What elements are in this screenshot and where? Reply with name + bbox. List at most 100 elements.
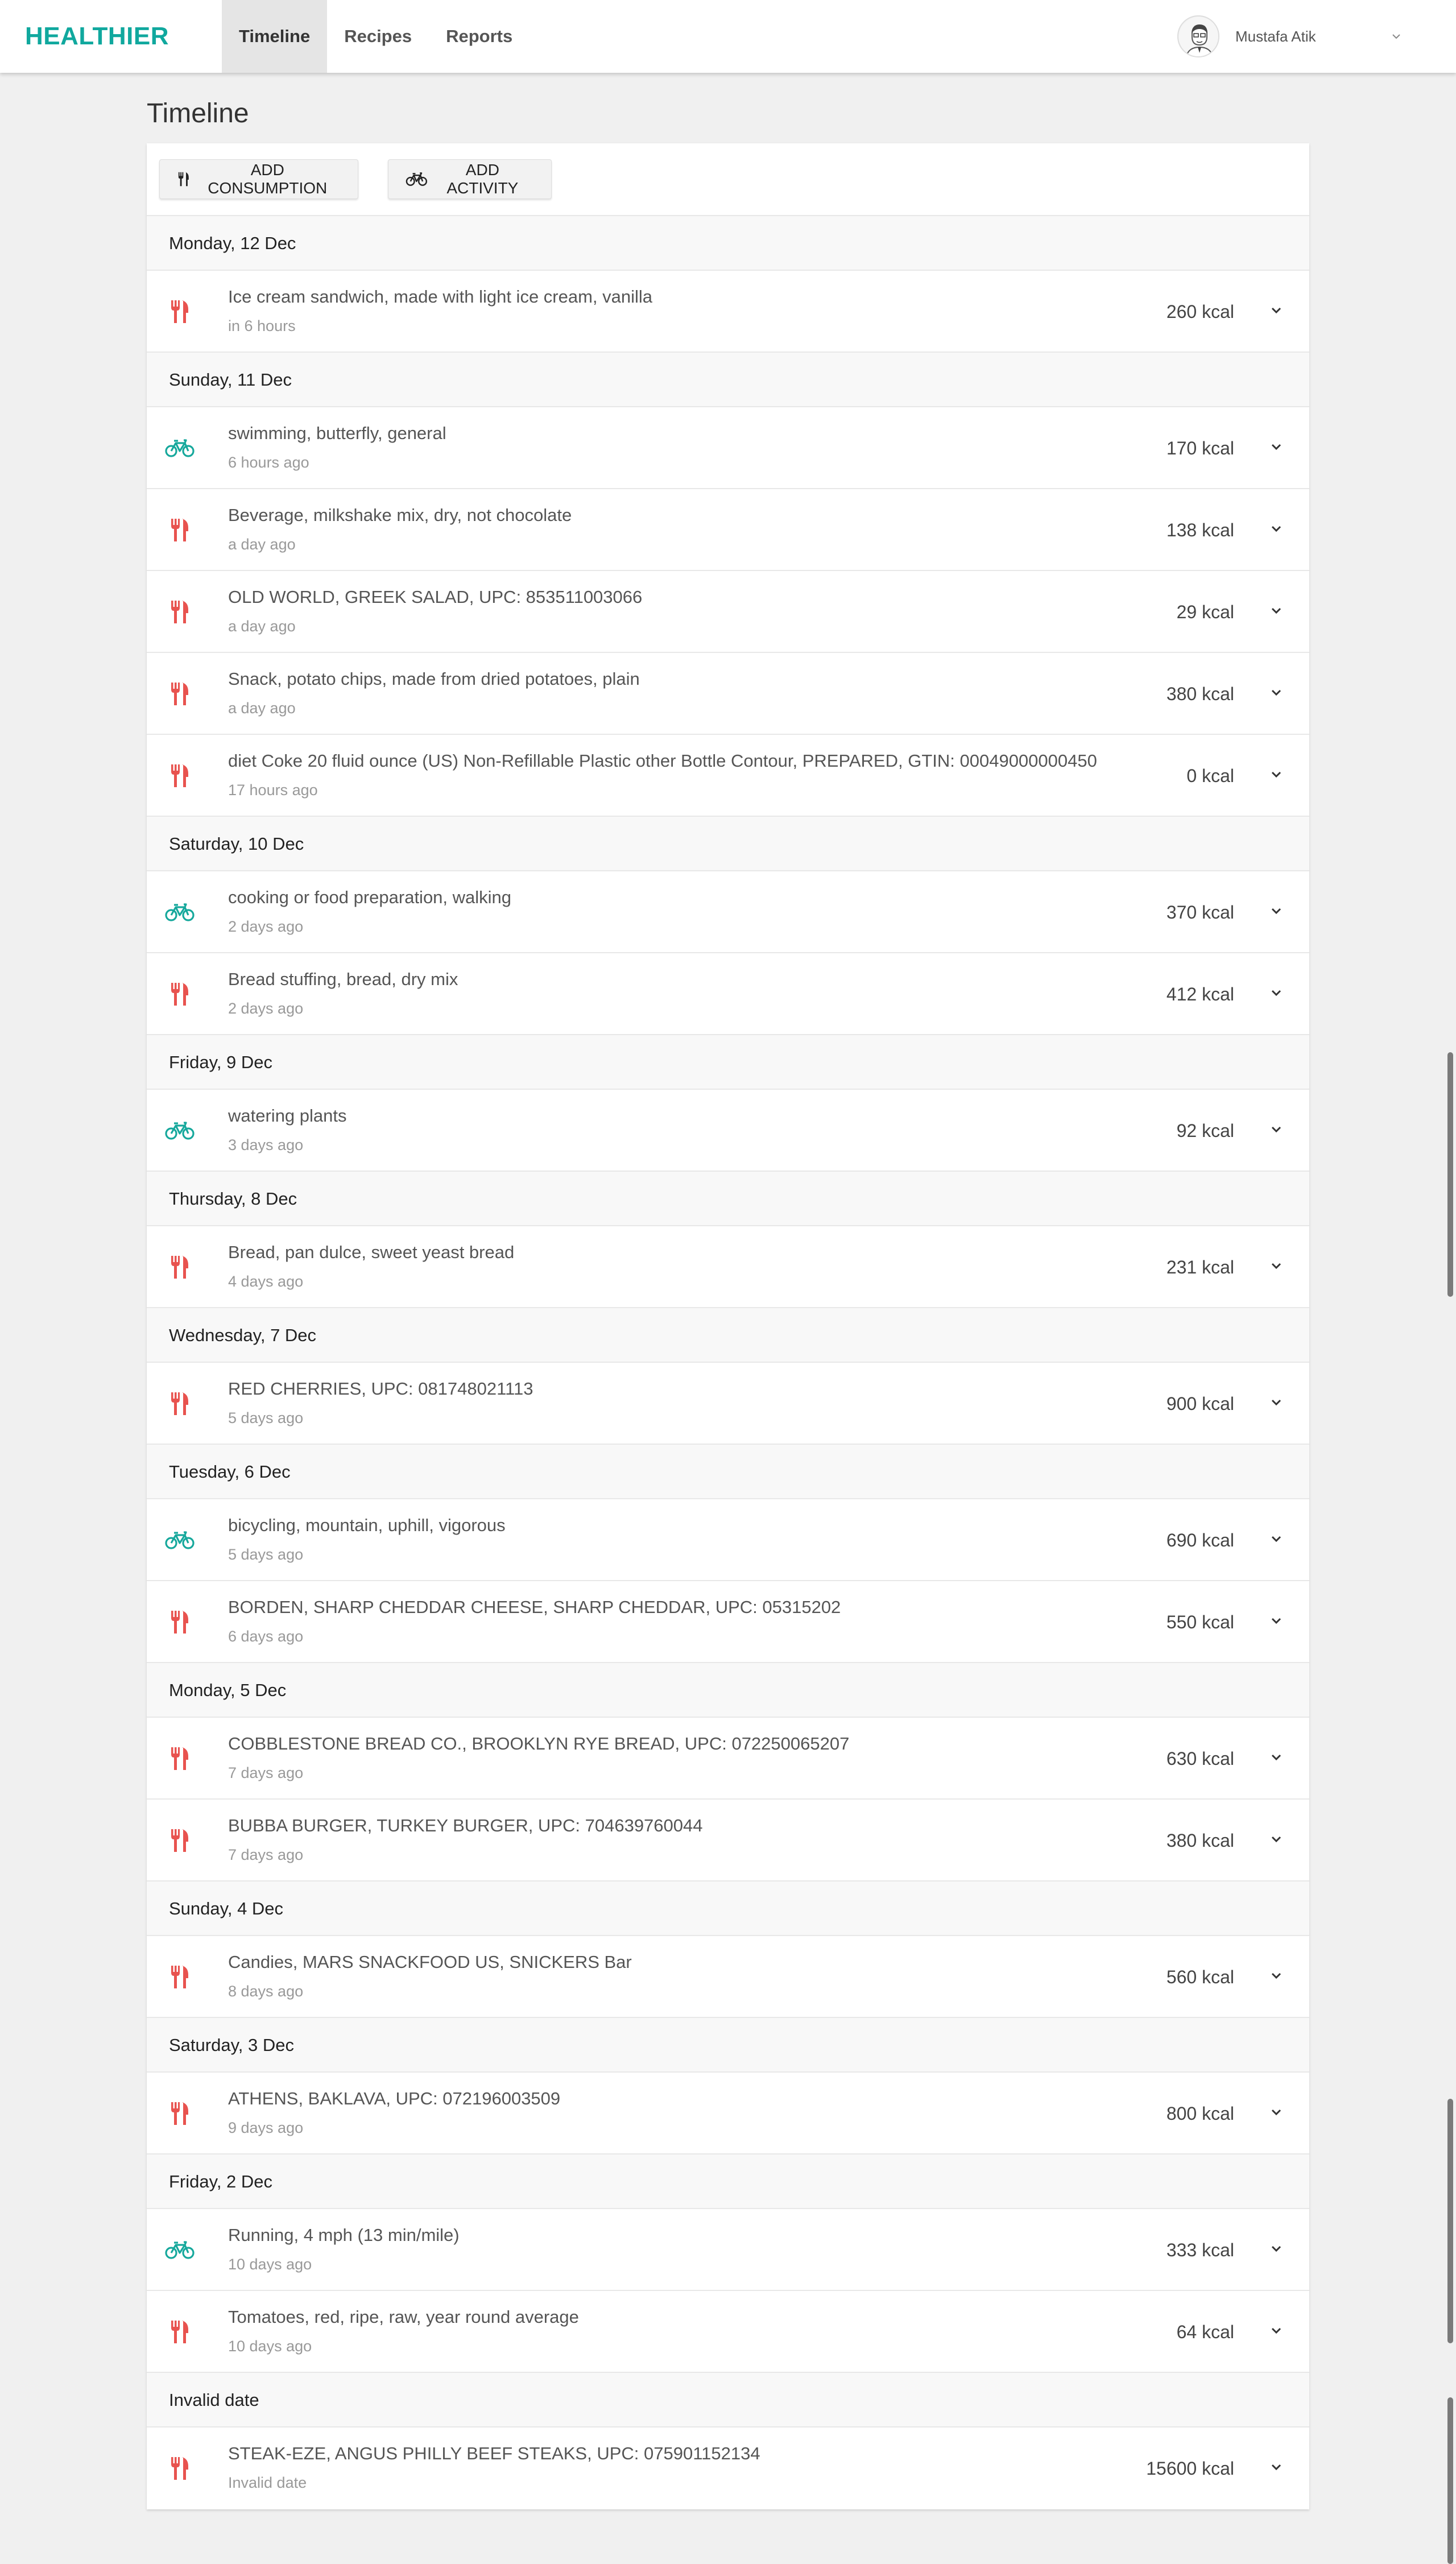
- fork-knife-icon: [164, 2316, 196, 2348]
- timeline-entry[interactable]: STEAK-EZE, ANGUS PHILLY BEEF STEAKS, UPC…: [147, 2426, 1309, 2508]
- timeline-entry[interactable]: diet Coke 20 fluid ounce (US) Non-Refill…: [147, 734, 1309, 816]
- entry-name: OLD WORLD, GREEK SALAD, UPC: 85351100306…: [228, 587, 643, 607]
- add-activity-label: ADD ACTIVITY: [446, 161, 519, 197]
- fork-knife-icon: [164, 596, 196, 628]
- entry-name: Beverage, milkshake mix, dry, not chocol…: [228, 505, 572, 525]
- chevron-down-icon[interactable]: [1267, 520, 1285, 538]
- fork-knife-icon: [164, 514, 196, 546]
- chevron-down-icon[interactable]: [1267, 766, 1285, 784]
- add-consumption-label: ADD CONSUMPTION: [208, 161, 328, 197]
- fork-knife-icon: [164, 1961, 196, 1993]
- date-group-header: Friday, 9 Dec: [147, 1034, 1309, 1089]
- timeline-entry[interactable]: cooking or food preparation, walking 2 da…: [147, 870, 1309, 952]
- chevron-down-icon[interactable]: [1267, 1120, 1285, 1139]
- entry-kcal: 29 kcal: [1176, 602, 1234, 622]
- chevron-down-icon[interactable]: [1267, 2103, 1285, 2121]
- entry-kcal: 231 kcal: [1166, 1257, 1234, 1277]
- date-group-header: Tuesday, 6 Dec: [147, 1444, 1309, 1498]
- entry-kcal: 690 kcal: [1166, 1530, 1234, 1550]
- fork-knife-icon: [164, 2098, 196, 2129]
- date-group-header: Monday, 12 Dec: [147, 215, 1309, 270]
- entry-name: Bread, pan dulce, sweet yeast bread: [228, 1242, 515, 1262]
- entry-name: BUBBA BURGER, TURKEY BURGER, UPC: 704639…: [228, 1816, 703, 1835]
- entry-time: 6 days ago: [228, 1628, 304, 1645]
- timeline-entry[interactable]: RED CHERRIES, UPC: 081748021113 5 days ag…: [147, 1362, 1309, 1444]
- timeline-entry[interactable]: bicycling, mountain, uphill, vigorous 5 d…: [147, 1498, 1309, 1580]
- entry-time: Invalid date: [228, 2474, 307, 2491]
- timeline-entry[interactable]: Beverage, milkshake mix, dry, not chocol…: [147, 488, 1309, 570]
- timeline-entry[interactable]: swimming, butterfly, general 6 hours ago 1…: [147, 406, 1309, 488]
- timeline-entry[interactable]: Bread, pan dulce, sweet yeast bread 4 day…: [147, 1225, 1309, 1307]
- entry-name: STEAK-EZE, ANGUS PHILLY BEEF STEAKS, UPC…: [228, 2443, 760, 2463]
- timeline-entry[interactable]: ATHENS, BAKLAVA, UPC: 072196003509 9 days…: [147, 2071, 1309, 2153]
- entry-time: 2 days ago: [228, 918, 304, 935]
- chevron-down-icon[interactable]: [1267, 1530, 1285, 1548]
- bicycle-icon: [164, 432, 196, 464]
- chevron-down-icon[interactable]: [1267, 684, 1285, 702]
- chevron-down-icon[interactable]: [1267, 1612, 1285, 1630]
- entry-time: 3 days ago: [228, 1136, 304, 1153]
- timeline-entry[interactable]: COBBLESTONE BREAD CO., BROOKLYN RYE BREA…: [147, 1717, 1309, 1798]
- entry-kcal: 260 kcal: [1166, 301, 1234, 322]
- scrollbar-thumb[interactable]: [1447, 1052, 1453, 1297]
- entry-time: 7 days ago: [228, 1846, 304, 1863]
- timeline-entry[interactable]: BUBBA BURGER, TURKEY BURGER, UPC: 704639…: [147, 1798, 1309, 1880]
- entry-time: 4 days ago: [228, 1273, 304, 1290]
- scrollbar-thumb[interactable]: [1447, 2397, 1453, 2564]
- nav-tab-recipes[interactable]: Recipes: [327, 0, 429, 73]
- chevron-down-icon[interactable]: [1267, 301, 1285, 320]
- user-name[interactable]: Mustafa Atik: [1235, 28, 1388, 46]
- nav-tab-timeline[interactable]: Timeline: [222, 0, 328, 73]
- user-avatar-icon[interactable]: [1177, 15, 1219, 57]
- chevron-down-icon[interactable]: [1267, 984, 1285, 1002]
- entry-time: 7 days ago: [228, 1764, 304, 1781]
- entry-time: 8 days ago: [228, 1983, 304, 2000]
- chevron-down-icon[interactable]: [1267, 2240, 1285, 2258]
- timeline-entry[interactable]: OLD WORLD, GREEK SALAD, UPC: 85351100306…: [147, 570, 1309, 652]
- timeline-entry[interactable]: Ice cream sandwich, made with light ice …: [147, 270, 1309, 351]
- timeline-entry[interactable]: Bread stuffing, bread, dry mix 2 days ago…: [147, 952, 1309, 1034]
- bicycle-icon: [406, 172, 427, 186]
- timeline-entry[interactable]: Candies, MARS SNACKFOOD US, SNICKERS Bar…: [147, 1935, 1309, 2017]
- chevron-down-icon[interactable]: [1267, 1967, 1285, 1985]
- user-menu[interactable]: Mustafa Atik: [1177, 14, 1405, 59]
- app-logo[interactable]: HEALTHIER: [25, 0, 169, 73]
- timeline-entry[interactable]: watering plants 3 days ago 92 kcal: [147, 1089, 1309, 1171]
- entry-name: cooking or food preparation, walking: [228, 887, 512, 907]
- entry-kcal: 380 kcal: [1166, 684, 1234, 704]
- add-activity-button[interactable]: ADD ACTIVITY: [388, 159, 552, 199]
- nav-tab-reports[interactable]: Reports: [429, 0, 530, 73]
- timeline-entry[interactable]: Tomatoes, red, ripe, raw, year round ave…: [147, 2290, 1309, 2372]
- bicycle-icon: [164, 1115, 196, 1147]
- entry-kcal: 0 kcal: [1186, 766, 1234, 786]
- chevron-down-icon[interactable]: [1267, 1748, 1285, 1767]
- entry-name: Snack, potato chips, made from dried pot…: [228, 669, 640, 689]
- entry-kcal: 333 kcal: [1166, 2240, 1234, 2260]
- fork-knife-icon: [164, 296, 196, 328]
- fork-knife-icon: [164, 1825, 196, 1856]
- chevron-down-icon[interactable]: [1267, 1257, 1285, 1275]
- entry-time: 10 days ago: [228, 2338, 312, 2355]
- entry-name: diet Coke 20 fluid ounce (US) Non-Refill…: [228, 751, 1097, 771]
- date-group-header: Monday, 5 Dec: [147, 1662, 1309, 1717]
- chevron-down-icon[interactable]: [1267, 1830, 1285, 1848]
- timeline-entry[interactable]: Snack, potato chips, made from dried pot…: [147, 652, 1309, 734]
- page-title: Timeline: [147, 98, 249, 129]
- chevron-down-icon[interactable]: [1267, 902, 1285, 920]
- main-nav: Timeline Recipes Reports: [222, 0, 530, 73]
- chevron-down-icon[interactable]: [1388, 28, 1405, 45]
- timeline-entry[interactable]: BORDEN, SHARP CHEDDAR CHEESE, SHARP CHED…: [147, 1580, 1309, 1662]
- chevron-down-icon[interactable]: [1267, 602, 1285, 620]
- entry-time: 6 hours ago: [228, 454, 309, 471]
- entry-kcal: 412 kcal: [1166, 984, 1234, 1004]
- chevron-down-icon[interactable]: [1267, 2322, 1285, 2340]
- entry-name: Running, 4 mph (13 min/mile): [228, 2225, 460, 2245]
- chevron-down-icon[interactable]: [1267, 438, 1285, 456]
- chevron-down-icon[interactable]: [1267, 1393, 1285, 1412]
- add-consumption-button[interactable]: ADD CONSUMPTION: [159, 159, 358, 199]
- chevron-down-icon[interactable]: [1267, 2458, 1285, 2476]
- timeline-entry[interactable]: Running, 4 mph (13 min/mile) 10 days ago 3…: [147, 2208, 1309, 2290]
- fork-knife-icon: [178, 172, 189, 187]
- entry-name: Bread stuffing, bread, dry mix: [228, 969, 458, 989]
- scrollbar-thumb[interactable]: [1447, 2099, 1453, 2343]
